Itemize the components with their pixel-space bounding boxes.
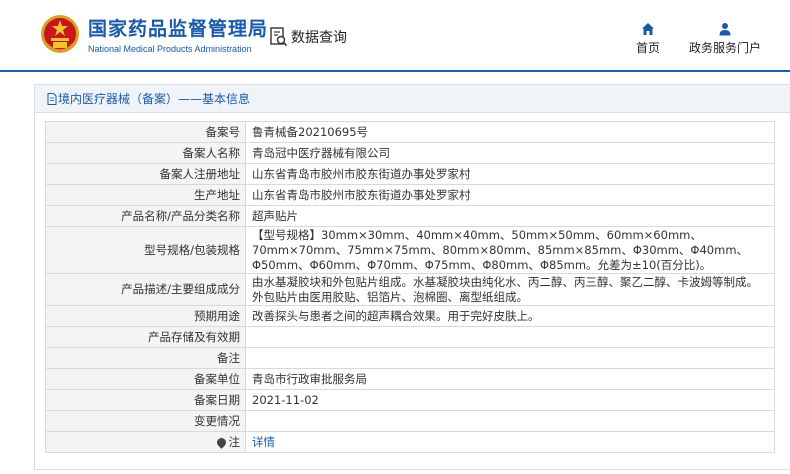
row-value: 由水基凝胶块和外包贴片组成。水基凝胶块由纯化水、丙二醇、丙三醇、聚乙二醇、卡波姆… bbox=[245, 273, 775, 306]
note-label-cell: 注 bbox=[45, 431, 246, 453]
site-title-cn: 国家药品监督管理局 bbox=[88, 18, 269, 40]
data-query-label: 数据查询 bbox=[291, 30, 347, 46]
home-icon bbox=[642, 23, 654, 35]
row-value: 【型号规格】30mm×30mm、40mm×40mm、50mm×50mm、60mm… bbox=[245, 226, 775, 274]
row-label: 产品存储及有效期 bbox=[45, 326, 246, 348]
table-row: 预期用途 改善探头与患者之间的超声耦合效果。用于完好皮肤上。 bbox=[45, 305, 775, 327]
site-brand[interactable]: 国家药品监督管理局 National Medical Products Admi… bbox=[88, 18, 268, 55]
table-row: 产品存储及有效期 bbox=[45, 326, 775, 348]
row-value: 鲁青械备20210695号 bbox=[245, 121, 775, 143]
site-title-en: National Medical Products Administration bbox=[88, 44, 252, 54]
row-label: 备案人名称 bbox=[45, 142, 246, 164]
row-label: 备案人注册地址 bbox=[45, 163, 246, 185]
row-label: 变更情况 bbox=[45, 410, 246, 432]
table-row: 型号规格/包装规格 【型号规格】30mm×30mm、40mm×40mm、50mm… bbox=[45, 226, 775, 274]
site-header: 国家药品监督管理局 National Medical Products Admi… bbox=[0, 0, 790, 72]
nav-gov-service[interactable]: 政务服务门户 bbox=[684, 22, 766, 56]
table-row: 备案人名称 青岛冠中医疗器械有限公司 bbox=[45, 142, 775, 164]
document-icon bbox=[47, 92, 57, 105]
table-row: 产品名称/产品分类名称 超声贴片 bbox=[45, 205, 775, 227]
table-row: 备注 bbox=[45, 347, 775, 369]
row-value: 青岛市行政审批服务局 bbox=[245, 368, 775, 390]
table-row: 变更情况 bbox=[45, 410, 775, 432]
info-table: 备案号 鲁青械备20210695号 备案人名称 青岛冠中医疗器械有限公司 备案人… bbox=[45, 121, 775, 453]
table-row: 产品描述/主要组成成分 由水基凝胶块和外包贴片组成。水基凝胶块由纯化水、丙二醇、… bbox=[45, 273, 775, 306]
row-value: 2021-11-02 bbox=[245, 389, 775, 411]
row-label: 产品名称/产品分类名称 bbox=[45, 205, 246, 227]
table-row: 备案日期 2021-11-02 bbox=[45, 389, 775, 411]
info-panel: 境内医疗器械（备案）——基本信息 备案号 鲁青械备20210695号 备案人名称… bbox=[34, 84, 790, 470]
row-value: 青岛冠中医疗器械有限公司 bbox=[245, 142, 775, 164]
row-label: 产品描述/主要组成成分 bbox=[45, 273, 246, 306]
row-label: 备案单位 bbox=[45, 368, 246, 390]
row-value: 山东省青岛市胶州市胶东街道办事处罗家村 bbox=[245, 184, 775, 206]
table-row: 备案号 鲁青械备20210695号 bbox=[45, 121, 775, 143]
table-row: 生产地址 山东省青岛市胶州市胶东街道办事处罗家村 bbox=[45, 184, 775, 206]
row-label: 备案号 bbox=[45, 121, 246, 143]
nav-gov-service-label: 政务服务门户 bbox=[688, 41, 761, 55]
row-value bbox=[245, 326, 775, 348]
table-row: 备案单位 青岛市行政审批服务局 bbox=[45, 368, 775, 390]
row-value bbox=[245, 347, 775, 369]
row-label: 备注 bbox=[45, 347, 246, 369]
row-label: 注 bbox=[228, 434, 241, 449]
document-search-icon bbox=[270, 27, 288, 47]
details-link[interactable]: 详情 bbox=[252, 435, 275, 449]
nav-home-label: 首页 bbox=[635, 41, 660, 55]
panel-title-text: 境内医疗器械（备案）——基本信息 bbox=[58, 91, 251, 106]
table-row: 注 详情 bbox=[45, 431, 775, 453]
row-label: 型号规格/包装规格 bbox=[45, 226, 246, 274]
nav-home[interactable]: 首页 bbox=[628, 22, 668, 56]
pin-icon bbox=[214, 435, 228, 449]
row-value: 山东省青岛市胶州市胶东街道办事处罗家村 bbox=[245, 163, 775, 185]
row-value: 详情 bbox=[245, 431, 775, 453]
user-icon bbox=[719, 23, 731, 36]
row-label: 生产地址 bbox=[45, 184, 246, 206]
row-value: 超声贴片 bbox=[245, 205, 775, 227]
row-value: 改善探头与患者之间的超声耦合效果。用于完好皮肤上。 bbox=[245, 305, 775, 327]
row-value bbox=[245, 410, 775, 432]
panel-title: 境内医疗器械（备案）——基本信息 bbox=[35, 85, 790, 113]
row-label: 备案日期 bbox=[45, 389, 246, 411]
row-label: 预期用途 bbox=[45, 305, 246, 327]
table-row: 备案人注册地址 山东省青岛市胶州市胶东街道办事处罗家村 bbox=[45, 163, 775, 185]
national-emblem-logo[interactable] bbox=[40, 14, 80, 56]
data-query-link[interactable]: 数据查询 bbox=[270, 26, 347, 48]
